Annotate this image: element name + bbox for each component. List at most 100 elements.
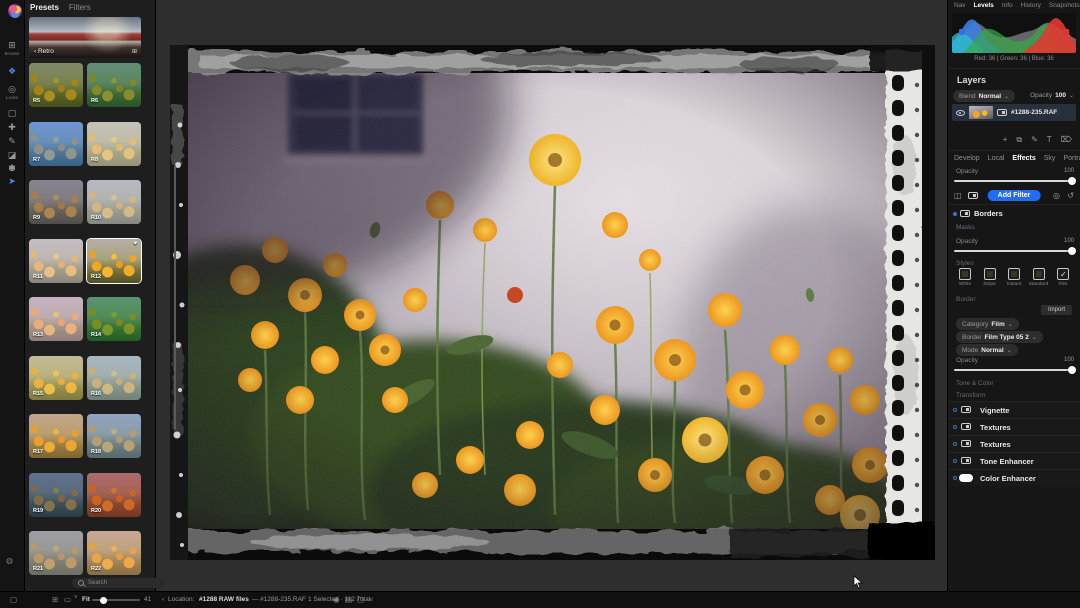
preset-R15[interactable]: R15 (29, 356, 83, 400)
transform-section[interactable]: Transform (956, 392, 985, 399)
grid-view-icon[interactable]: ⊞ (52, 595, 58, 604)
film-icon[interactable] (968, 192, 978, 199)
tab-nav[interactable]: Nav (954, 2, 966, 9)
text-tool-button[interactable]: T (1047, 135, 1052, 145)
brush-tool-button[interactable]: ✎ (1031, 135, 1038, 145)
tab-snapshots[interactable]: Snapshots (1049, 2, 1080, 9)
compare-view-icon[interactable]: ▤ (345, 595, 352, 604)
shadow-clipping-icon[interactable] (959, 29, 965, 35)
tab-effects[interactable]: Effects (1012, 155, 1035, 162)
layer-row[interactable]: #1288-235.RAF (952, 104, 1076, 121)
border-style-instant[interactable]: Instant (1003, 268, 1025, 287)
single-image-icon[interactable]: ▢ (357, 595, 364, 604)
filter-row-color-enhancer[interactable]: Color Enhancer (948, 469, 1080, 486)
preset-R17[interactable]: R17 (29, 414, 83, 458)
border-type-dropdown[interactable]: Border Film Type 05 2 ⌄ (956, 331, 1043, 343)
preview-toggle-icon[interactable]: ◉ (333, 595, 340, 604)
preset-R5[interactable]: R5 (29, 63, 83, 107)
border-style-film[interactable]: Film (1052, 268, 1074, 287)
border-category-dropdown[interactable]: Category Film ⌄ (956, 318, 1019, 330)
search-input[interactable]: Search (72, 578, 166, 588)
blend-mode-dropdown[interactable]: Blend Normal ⌄ (953, 90, 1015, 102)
preset-R19[interactable]: R19 (29, 473, 83, 517)
borders-filter-title[interactable]: Borders (974, 209, 1003, 218)
filter-enable-dot[interactable] (953, 476, 957, 480)
view-options-chevron[interactable]: ˅ (369, 595, 373, 604)
filter-row-textures[interactable]: Textures (948, 435, 1080, 452)
tab-develop[interactable]: Develop (954, 155, 980, 162)
preset-R6[interactable]: R6 (87, 63, 141, 107)
filter-row-textures[interactable]: Textures (948, 418, 1080, 435)
filter-row-vignette[interactable]: Vignette (948, 401, 1080, 418)
borders-opacity-slider[interactable] (954, 250, 1074, 252)
effects-opacity-slider[interactable] (954, 180, 1074, 182)
preset-R22[interactable]: R22 (87, 531, 141, 575)
histogram[interactable] (952, 13, 1076, 53)
border-mode-dropdown[interactable]: Mode Normal ⌄ (956, 344, 1018, 356)
preset-R16[interactable]: R16 (87, 356, 141, 400)
tool-erase[interactable]: ◪ (0, 150, 24, 160)
tab-portrait[interactable]: Portrait (1063, 155, 1080, 162)
layer-visibility-icon[interactable] (956, 110, 965, 116)
tone-color-section[interactable]: Tone & Color (956, 380, 994, 387)
location-name[interactable]: #1288 RAW files (199, 596, 249, 603)
preset-R21[interactable]: R21 (29, 531, 83, 575)
tab-info[interactable]: Info (1002, 2, 1013, 9)
tool-crop[interactable]: ▢ (0, 108, 24, 118)
preset-label: R12 (91, 274, 101, 280)
filter-enable-dot[interactable] (953, 425, 957, 429)
tool-browse[interactable]: ⊞Browse (0, 40, 24, 56)
preset-R10[interactable]: R10 (87, 180, 141, 224)
delete-layer-button[interactable]: ⌦ (1061, 135, 1072, 145)
preset-R8[interactable]: R8 (87, 122, 141, 166)
tab-sky[interactable]: Sky (1044, 155, 1056, 162)
single-view-icon[interactable]: ▭ (64, 595, 71, 604)
canvas[interactable] (156, 0, 948, 592)
thumbnail-size-slider[interactable] (92, 599, 140, 601)
filter-enable-dot[interactable] (953, 442, 957, 446)
view-chevron-icon[interactable]: ˅ (74, 595, 78, 601)
tab-history[interactable]: History (1021, 2, 1041, 9)
preset-R13[interactable]: R13 (29, 297, 83, 341)
import-border-button[interactable]: Import (1041, 305, 1072, 315)
border-opacity-slider[interactable] (954, 369, 1074, 371)
presets-scrollbar[interactable] (174, 165, 176, 430)
zoom-mode-label[interactable]: Fit (82, 596, 90, 603)
tool-settings[interactable]: ✱ (0, 163, 24, 173)
borders-masks-label[interactable]: Masks (956, 224, 975, 231)
layer-opacity-dropdown[interactable]: Opacity 100 ⌄ (1030, 92, 1074, 99)
add-layer-button[interactable]: + (1003, 135, 1008, 145)
borders-filter-dot[interactable] (953, 212, 957, 216)
preset-R9[interactable]: R9 (29, 180, 83, 224)
tool-brush[interactable]: ✎ (0, 136, 24, 146)
border-style-white[interactable]: White (954, 268, 976, 287)
stamp-tool-button[interactable]: ⧉ (1016, 135, 1022, 145)
filter-row-tone-enhancer[interactable]: Tone Enhancer (948, 452, 1080, 469)
border-style-stripe[interactable]: Stripe (979, 268, 1001, 287)
notification-icon[interactable]: ◍ (6, 556, 13, 565)
preset-R14[interactable]: R14 (87, 297, 141, 341)
reset-icon[interactable]: ↺ (1067, 191, 1074, 200)
tab-local[interactable]: Local (988, 155, 1005, 162)
tool-looks[interactable]: ◎Looks (0, 84, 24, 100)
filter-enable-dot[interactable] (953, 408, 957, 412)
highlight-clipping-icon[interactable] (1063, 29, 1069, 35)
tab-levels[interactable]: Levels (974, 2, 994, 9)
add-filter-button[interactable]: Add Filter (988, 190, 1041, 201)
settings-icon[interactable]: ◎ (1053, 191, 1060, 200)
preset-R12[interactable]: R12♥ (87, 239, 141, 283)
preset-R18[interactable]: R18 (87, 414, 141, 458)
preset-R20[interactable]: R20 (87, 473, 141, 517)
mask-icon[interactable]: ◫ (954, 191, 962, 200)
panel-toggle-icon[interactable]: ▢ (10, 595, 17, 604)
tool-app-logo[interactable] (0, 4, 24, 18)
toggle-on-icon[interactable] (959, 474, 973, 482)
tool-select[interactable]: ➤ (0, 176, 24, 186)
border-style-standard[interactable]: Standard (1028, 268, 1050, 287)
preset-R7[interactable]: R7 (29, 122, 83, 166)
filter-enable-dot[interactable] (953, 459, 957, 463)
tool-edit[interactable]: ❖ (0, 66, 24, 76)
preset-R11[interactable]: R11 (29, 239, 83, 283)
tool-move[interactable]: ✚ (0, 122, 24, 132)
back-chevron[interactable]: ‹ (162, 596, 164, 603)
